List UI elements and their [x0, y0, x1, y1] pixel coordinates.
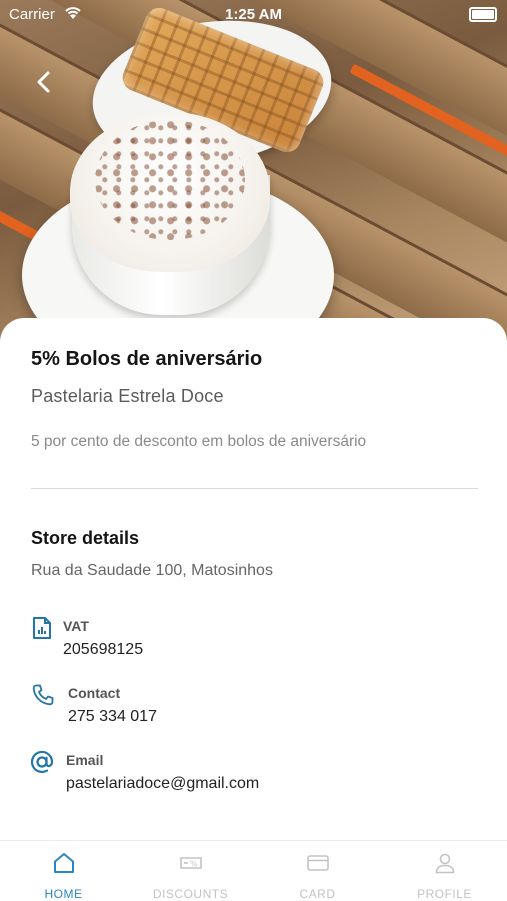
- tab-card-label: CARD: [299, 887, 336, 901]
- vat-label: VAT: [63, 618, 89, 634]
- tab-home[interactable]: HOME: [0, 841, 127, 901]
- tab-card[interactable]: CARD: [254, 841, 381, 901]
- offer-title: 5% Bolos de aniversário: [31, 348, 263, 370]
- contact-label: Contact: [68, 685, 121, 701]
- discount-ticket-icon: %: [179, 857, 202, 869]
- hero-photo: [0, 0, 507, 345]
- card-icon: [306, 855, 329, 871]
- clock: 1:25 AM: [225, 6, 282, 23]
- divider: [31, 488, 478, 489]
- tab-discounts-label: DISCOUNTS: [152, 887, 229, 901]
- home-icon: [53, 853, 74, 873]
- store-address: Rua da Saudade 100, Matosinhos: [31, 562, 273, 579]
- profile-icon: [435, 853, 454, 874]
- store-details-heading: Store details: [31, 528, 140, 548]
- vat-value: 205698125: [63, 641, 144, 658]
- store-name: Pastelaria Estrela Doce: [31, 386, 224, 406]
- tab-profile[interactable]: PROFILE: [381, 841, 507, 901]
- battery-icon: [469, 7, 497, 22]
- contact-value[interactable]: 275 334 017: [68, 708, 157, 726]
- svg-text:%: %: [190, 860, 198, 869]
- phone-icon[interactable]: [31, 683, 55, 707]
- tab-discounts[interactable]: % DISCOUNTS: [127, 841, 254, 901]
- document-chart-icon: [33, 617, 51, 639]
- email-label: Email: [66, 752, 104, 768]
- offer-description: 5 por cento de desconto em bolos de aniv…: [31, 433, 367, 450]
- at-sign-icon[interactable]: [30, 750, 54, 774]
- status-bar: Carrier 1:25 AM: [0, 0, 507, 28]
- back-chevron-icon[interactable]: [34, 70, 54, 94]
- email-value[interactable]: pastelariadoce@gmail.com: [66, 775, 259, 793]
- tab-home-label: HOME: [44, 887, 83, 901]
- bottom-tab-bar: HOME % DISCOUNTS CARD PROFILE: [0, 840, 507, 901]
- tab-profile-label: PROFILE: [417, 887, 472, 901]
